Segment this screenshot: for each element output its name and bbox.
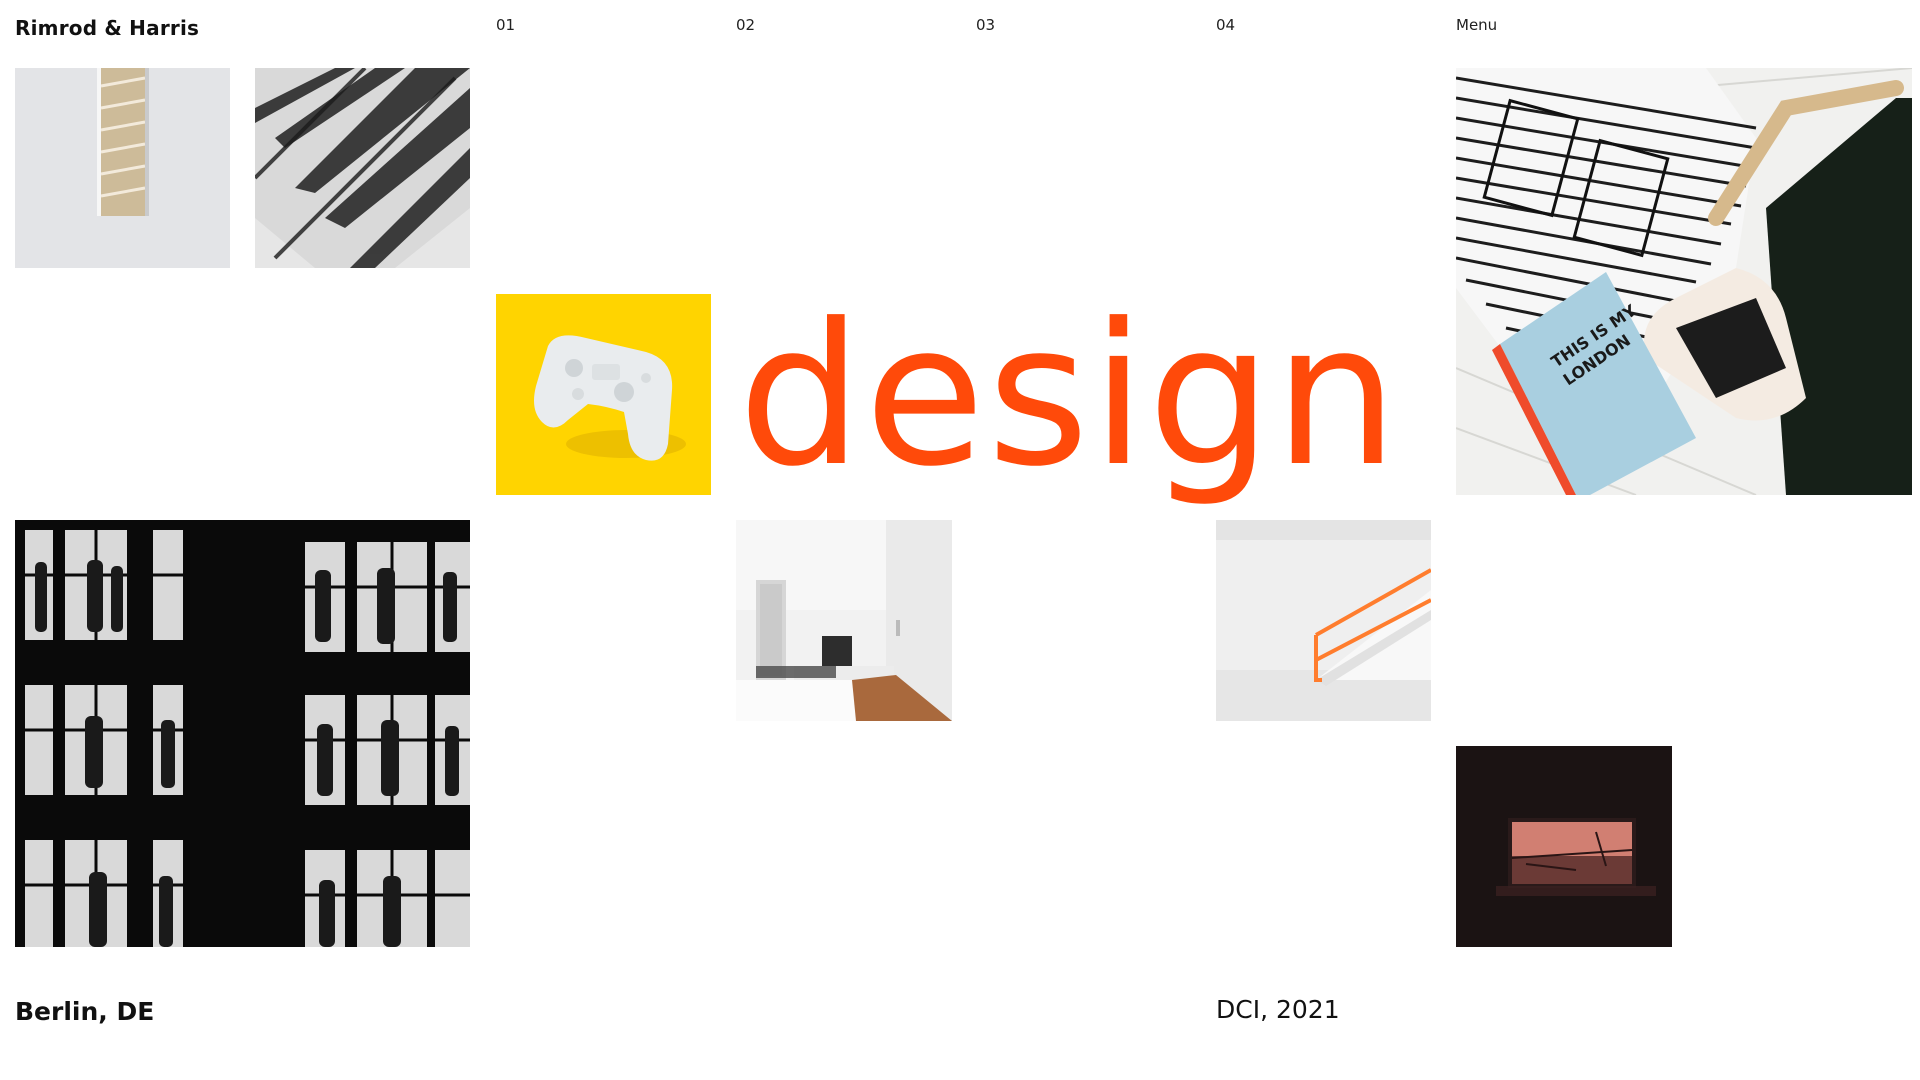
footer-location: Berlin, DE [15,997,155,1026]
footer-credit: DCI, 2021 [1216,995,1340,1024]
palm-shadow-illustration [255,68,470,268]
page: Rimrod & Harris 01 02 03 04 Menu design … [0,0,1920,1080]
stairwell-illustration [15,68,230,268]
kitchen-image[interactable] [736,520,952,721]
window-view-illustration [1456,746,1672,947]
controller-illustration [496,294,711,495]
palm-shadow-image[interactable] [255,68,470,268]
window-view-image[interactable] [1456,746,1672,947]
nav-item-02[interactable]: 02 [736,16,755,34]
staircase-room-illustration [1216,520,1431,721]
clothes-flatlay-illustration: THIS IS MY LONDON [1456,68,1912,495]
stairwell-image[interactable] [15,68,230,268]
kitchen-illustration [736,520,952,721]
menu-button[interactable]: Menu [1456,16,1497,34]
controller-image[interactable] [496,294,711,495]
nav-item-04[interactable]: 04 [1216,16,1235,34]
nav-item-03[interactable]: 03 [976,16,995,34]
nav-item-01[interactable]: 01 [496,16,515,34]
clothes-flatlay-image[interactable]: THIS IS MY LONDON [1456,68,1912,495]
mannequin-facade-image[interactable] [15,520,470,947]
staircase-room-image[interactable] [1216,520,1431,721]
hero-headline: design [738,282,1401,510]
mannequin-facade-illustration [15,520,470,947]
brand-logo[interactable]: Rimrod & Harris [15,16,199,40]
